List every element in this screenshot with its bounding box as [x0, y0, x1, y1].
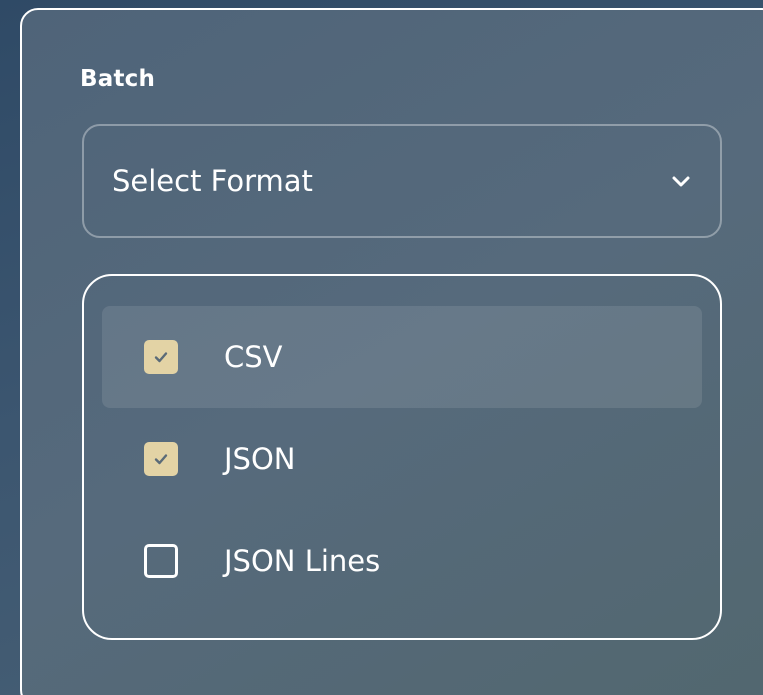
option-json-lines[interactable]: JSON Lines: [102, 510, 702, 612]
checkbox-unchecked-icon[interactable]: [144, 544, 178, 578]
option-label: CSV: [224, 340, 283, 374]
format-select[interactable]: Select Format: [82, 124, 722, 238]
batch-format-panel: Batch Select Format CSV JSON JSON Lines: [20, 8, 763, 695]
option-json[interactable]: JSON: [102, 408, 702, 510]
option-label: JSON: [224, 442, 296, 476]
chevron-down-icon: [670, 170, 692, 192]
option-label: JSON Lines: [224, 544, 381, 578]
checkbox-checked-icon[interactable]: [144, 442, 178, 476]
format-options-list: CSV JSON JSON Lines: [82, 274, 722, 640]
checkbox-checked-icon[interactable]: [144, 340, 178, 374]
section-label: Batch: [80, 66, 156, 92]
option-csv[interactable]: CSV: [102, 306, 702, 408]
select-placeholder: Select Format: [112, 164, 313, 198]
